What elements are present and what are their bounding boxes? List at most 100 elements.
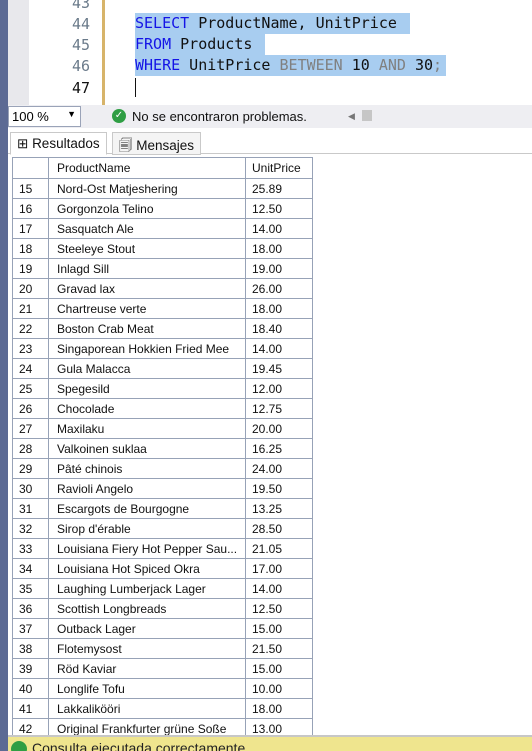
cell-unitprice[interactable]: 28.50	[245, 518, 313, 539]
cell-unitprice[interactable]: 13.00	[245, 718, 313, 736]
code-line[interactable]: FROM Products	[135, 34, 266, 55]
cell-unitprice[interactable]: 17.00	[245, 558, 313, 579]
table-row[interactable]: 23 Singaporean Hokkien Fried Mee 14.00	[12, 338, 313, 359]
cell-unitprice[interactable]: 12.75	[245, 398, 313, 419]
cell-unitprice[interactable]: 25.89	[245, 178, 313, 199]
table-row[interactable]: 39 Röd Kaviar 15.00	[12, 658, 313, 679]
cell-unitprice[interactable]: 10.00	[245, 678, 313, 699]
code-line[interactable]: WHERE UnitPrice BETWEEN 10 AND 30;	[135, 55, 447, 76]
cell-productname[interactable]: Singaporean Hokkien Fried Mee	[48, 338, 246, 359]
cell-unitprice[interactable]: 20.00	[245, 418, 313, 439]
table-row[interactable]: 29 Pâté chinois 24.00	[12, 458, 313, 479]
row-number[interactable]: 15	[12, 178, 49, 199]
row-number[interactable]: 23	[12, 338, 49, 359]
row-number[interactable]: 18	[12, 238, 49, 259]
cell-productname[interactable]: Pâté chinois	[48, 458, 246, 479]
row-number[interactable]: 19	[12, 258, 49, 279]
cell-unitprice[interactable]: 13.25	[245, 498, 313, 519]
column-header-productname[interactable]: ProductName	[48, 157, 246, 179]
results-grid[interactable]: ProductName UnitPrice 15 Nord-Ost Matjesh…	[12, 157, 532, 736]
zoom-select[interactable]: 100 % ▼	[8, 106, 81, 127]
row-number[interactable]: 33	[12, 538, 49, 559]
table-row[interactable]: 27 Maxilaku 20.00	[12, 418, 313, 439]
cell-unitprice[interactable]: 12.00	[245, 378, 313, 399]
cell-productname[interactable]: Chartreuse verte	[48, 298, 246, 319]
row-number[interactable]: 24	[12, 358, 49, 379]
row-number[interactable]: 16	[12, 198, 49, 219]
cell-productname[interactable]: Spegesild	[48, 378, 246, 399]
table-row[interactable]: 28 Valkoinen suklaa 16.25	[12, 438, 313, 459]
cell-unitprice[interactable]: 14.00	[245, 218, 313, 239]
table-row[interactable]: 38 Flotemysost 21.50	[12, 638, 313, 659]
cell-unitprice[interactable]: 12.50	[245, 598, 313, 619]
table-row[interactable]: 20 Gravad lax 26.00	[12, 278, 313, 299]
tab-results[interactable]: ⊞ Resultados	[10, 132, 107, 155]
row-number[interactable]: 26	[12, 398, 49, 419]
cell-unitprice[interactable]: 12.50	[245, 198, 313, 219]
cell-unitprice[interactable]: 16.25	[245, 438, 313, 459]
cell-unitprice[interactable]: 18.40	[245, 318, 313, 339]
row-number[interactable]: 37	[12, 618, 49, 639]
cell-productname[interactable]: Sirop d'érable	[48, 518, 246, 539]
cell-productname[interactable]: Röd Kaviar	[48, 658, 246, 679]
cell-unitprice[interactable]: 19.45	[245, 358, 313, 379]
row-number-header[interactable]	[12, 157, 49, 179]
table-row[interactable]: 16 Gorgonzola Telino 12.50	[12, 198, 313, 219]
cell-productname[interactable]: Louisiana Fiery Hot Pepper Sau...	[48, 538, 246, 559]
cell-unitprice[interactable]: 18.00	[245, 298, 313, 319]
cell-productname[interactable]: Chocolade	[48, 398, 246, 419]
table-row[interactable]: 34 Louisiana Hot Spiced Okra 17.00	[12, 558, 313, 579]
cell-unitprice[interactable]: 15.00	[245, 618, 313, 639]
cell-productname[interactable]: Longlife Tofu	[48, 678, 246, 699]
table-row[interactable]: 37 Outback Lager 15.00	[12, 618, 313, 639]
table-row[interactable]: 19 Inlagd Sill 19.00	[12, 258, 313, 279]
table-row[interactable]: 17 Sasquatch Ale 14.00	[12, 218, 313, 239]
cell-productname[interactable]: Ravioli Angelo	[48, 478, 246, 499]
cell-productname[interactable]: Gravad lax	[48, 278, 246, 299]
cell-unitprice[interactable]: 19.00	[245, 258, 313, 279]
cell-productname[interactable]: Boston Crab Meat	[48, 318, 246, 339]
cell-productname[interactable]: Flotemysost	[48, 638, 246, 659]
table-row[interactable]: 15 Nord-Ost Matjeshering 25.89	[12, 178, 313, 199]
row-number[interactable]: 32	[12, 518, 49, 539]
row-number[interactable]: 27	[12, 418, 49, 439]
cell-productname[interactable]: Inlagd Sill	[48, 258, 246, 279]
cell-productname[interactable]: Nord-Ost Matjeshering	[48, 178, 246, 199]
sql-editor[interactable]: 43 44 45 46 47 SELECT ProductName, UnitP…	[8, 0, 532, 105]
table-row[interactable]: 24 Gula Malacca 19.45	[12, 358, 313, 379]
row-number[interactable]: 31	[12, 498, 49, 519]
table-row[interactable]: 22 Boston Crab Meat 18.40	[12, 318, 313, 339]
cell-productname[interactable]: Escargots de Bourgogne	[48, 498, 246, 519]
cell-productname[interactable]: Sasquatch Ale	[48, 218, 246, 239]
table-row[interactable]: 26 Chocolade 12.75	[12, 398, 313, 419]
cell-unitprice[interactable]: 24.00	[245, 458, 313, 479]
table-row[interactable]: 32 Sirop d'érable 28.50	[12, 518, 313, 539]
table-row[interactable]: 30 Ravioli Angelo 19.50	[12, 478, 313, 499]
cell-productname[interactable]: Original Frankfurter grüne Soße	[48, 718, 246, 736]
table-row[interactable]: 25 Spegesild 12.00	[12, 378, 313, 399]
table-row[interactable]: 40 Longlife Tofu 10.00	[12, 678, 313, 699]
column-header-unitprice[interactable]: UnitPrice	[245, 157, 313, 179]
row-number[interactable]: 29	[12, 458, 49, 479]
cell-unitprice[interactable]: 26.00	[245, 278, 313, 299]
row-number[interactable]: 25	[12, 378, 49, 399]
row-number[interactable]: 42	[12, 718, 49, 736]
cell-unitprice[interactable]: 14.00	[245, 578, 313, 599]
row-number[interactable]: 38	[12, 638, 49, 659]
cell-unitprice[interactable]: 19.50	[245, 478, 313, 499]
table-row[interactable]: 33 Louisiana Fiery Hot Pepper Sau... 21.05	[12, 538, 313, 559]
row-number[interactable]: 30	[12, 478, 49, 499]
row-number[interactable]: 39	[12, 658, 49, 679]
row-number[interactable]: 40	[12, 678, 49, 699]
table-row[interactable]: 18 Steeleye Stout 18.00	[12, 238, 313, 259]
table-row[interactable]: 41 Lakkalikööri 18.00	[12, 698, 313, 719]
row-number[interactable]: 34	[12, 558, 49, 579]
cell-productname[interactable]: Gorgonzola Telino	[48, 198, 246, 219]
cell-unitprice[interactable]: 14.00	[245, 338, 313, 359]
row-number[interactable]: 20	[12, 278, 49, 299]
tab-messages[interactable]: 🗐 Mensajes	[112, 132, 202, 155]
cell-unitprice[interactable]: 18.00	[245, 238, 313, 259]
row-number[interactable]: 17	[12, 218, 49, 239]
cell-unitprice[interactable]: 15.00	[245, 658, 313, 679]
cell-productname[interactable]: Scottish Longbreads	[48, 598, 246, 619]
